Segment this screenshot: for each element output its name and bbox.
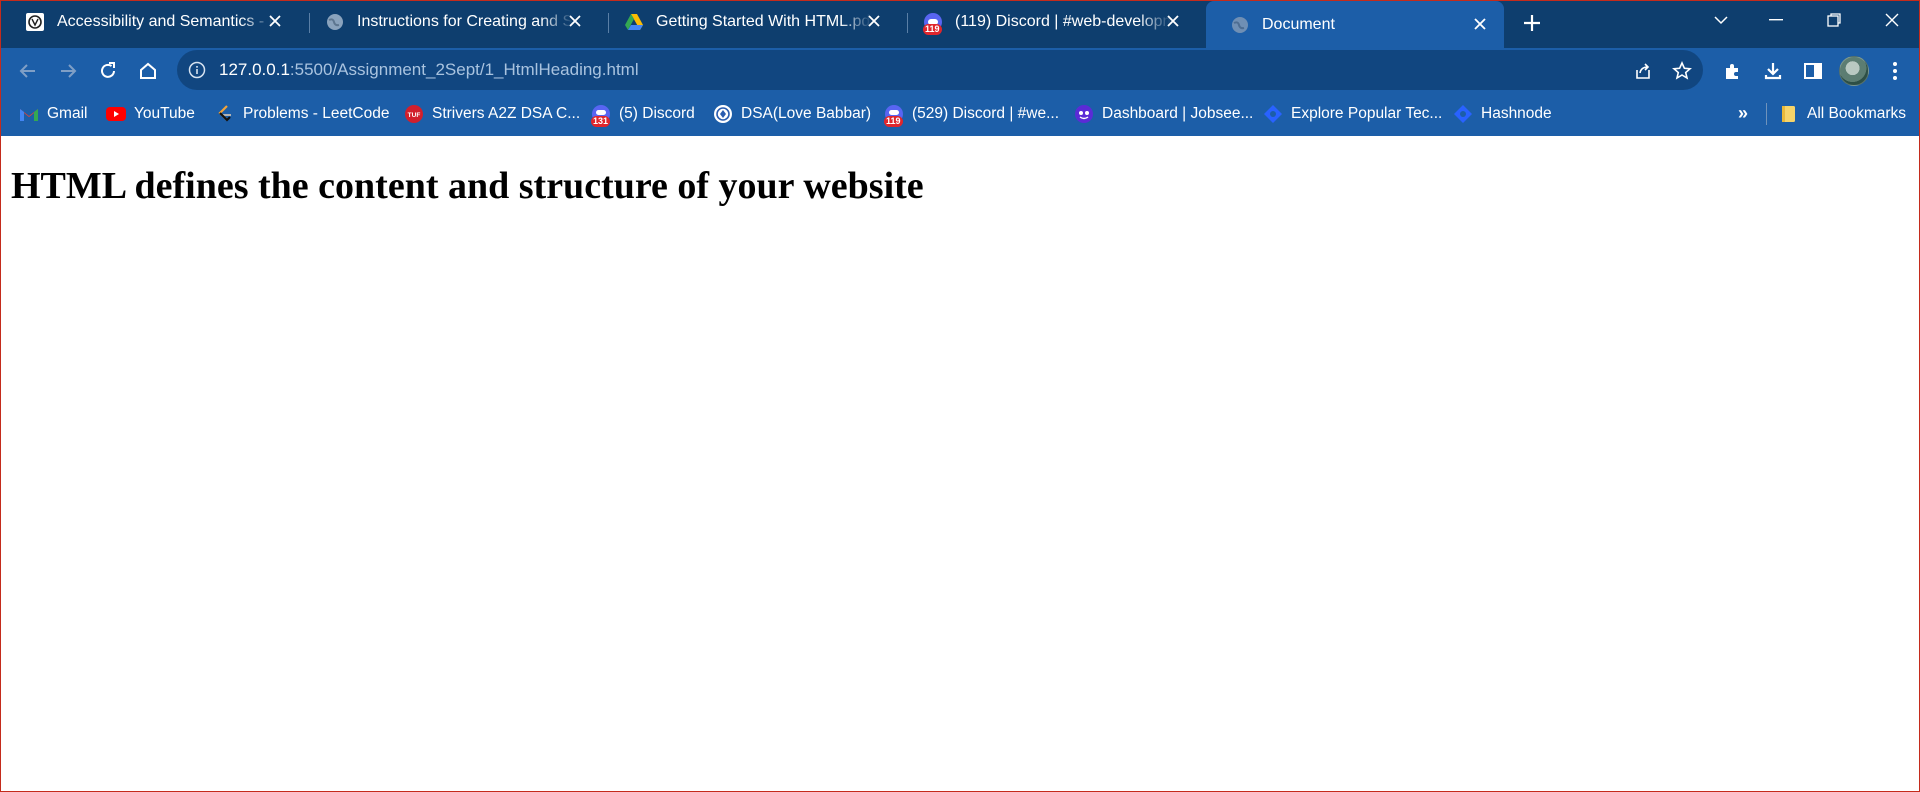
bookmark-label: Gmail <box>47 105 88 122</box>
url-host: 127.0.0.1 <box>219 60 290 79</box>
more-bookmarks-button[interactable]: » <box>1738 103 1748 124</box>
notification-badge: 131 <box>591 116 611 127</box>
bookmark-label: Problems - LeetCode <box>243 105 390 122</box>
bookmark-label: Hashnode <box>1481 105 1552 122</box>
globe-icon <box>1230 15 1250 35</box>
page-viewport: HTML defines the content and structure o… <box>1 136 1919 791</box>
globe-icon <box>325 12 345 32</box>
bookmark-explore-tech[interactable]: Explore Popular Tec... <box>1263 103 1442 125</box>
home-button[interactable] <box>132 55 164 87</box>
menu-icon[interactable] <box>1879 55 1911 87</box>
notification-badge: 119 <box>884 116 903 127</box>
tab-document[interactable]: Document <box>1206 1 1504 48</box>
wiki-icon <box>25 12 45 32</box>
bookmark-label: (529) Discord | #we... <box>912 105 1060 122</box>
url-text[interactable]: 127.0.0.1:5500/Assignment_2Sept/1_HtmlHe… <box>219 60 639 80</box>
discord-icon: 119 <box>884 104 904 127</box>
extensions-button[interactable] <box>1717 55 1749 87</box>
notification-badge: 119 <box>923 23 942 35</box>
bookmark-leetcode[interactable]: Problems - LeetCode <box>215 103 389 125</box>
tab-accessibility[interactable]: Accessibility and Semantics - Full <box>1 1 299 42</box>
bookmark-label: YouTube <box>134 105 195 122</box>
forward-button[interactable] <box>52 55 84 87</box>
tab-search-button[interactable] <box>1694 1 1748 39</box>
reload-button[interactable] <box>92 55 124 87</box>
tab-instructions[interactable]: Instructions for Creating and Sub <box>301 1 599 42</box>
folder-icon <box>1779 104 1799 124</box>
tab-getting-started[interactable]: Getting Started With HTML.pdf - <box>600 1 898 42</box>
toolbar: 127.0.0.1:5500/Assignment_2Sept/1_HtmlHe… <box>1 48 1919 93</box>
bookmark-strivers[interactable]: TUF Strivers A2Z DSA C... <box>404 103 580 125</box>
youtube-icon <box>106 104 126 124</box>
tab-strip: Accessibility and Semantics - Full Instr… <box>1 1 1919 48</box>
side-panel-button[interactable] <box>1797 55 1829 87</box>
tuf-icon: TUF <box>404 104 424 124</box>
close-icon[interactable] <box>265 11 285 31</box>
bookmark-jobseeker[interactable]: Dashboard | Jobsee... <box>1074 103 1253 125</box>
bookmark-discord-5[interactable]: 131 (5) Discord <box>591 103 695 127</box>
page-heading: HTML defines the content and structure o… <box>11 165 924 207</box>
close-icon[interactable] <box>864 11 884 31</box>
close-icon[interactable] <box>1470 14 1490 34</box>
share-icon[interactable] <box>1630 58 1656 84</box>
tab-title: Instructions for Creating and Sub <box>357 12 573 30</box>
address-bar[interactable]: 127.0.0.1:5500/Assignment_2Sept/1_HtmlHe… <box>177 50 1703 90</box>
hashnode-icon <box>1263 104 1283 124</box>
gmail-icon <box>19 104 39 124</box>
tab-title: Accessibility and Semantics - Full <box>57 12 273 30</box>
babbar-icon <box>713 104 733 124</box>
svg-text:TUF: TUF <box>408 112 421 119</box>
minimize-button[interactable] <box>1749 1 1803 39</box>
bookmark-label: (5) Discord <box>619 105 695 122</box>
close-icon[interactable] <box>565 11 585 31</box>
tab-title: Getting Started With HTML.pdf - <box>656 12 872 30</box>
tab-title: Document <box>1262 15 1335 33</box>
downloads-button[interactable] <box>1757 55 1789 87</box>
bookmark-discord-529[interactable]: 119 (529) Discord | #we... <box>884 103 1060 127</box>
bookmark-label: Explore Popular Tec... <box>1291 105 1443 122</box>
bookmark-gmail[interactable]: Gmail <box>19 103 87 125</box>
hashnode-icon <box>1453 104 1473 124</box>
bookmark-dsa-babbar[interactable]: DSA(Love Babbar) <box>713 103 871 125</box>
discord-icon: 119 <box>923 12 943 35</box>
browser-window: Accessibility and Semantics - Full Instr… <box>0 0 1920 792</box>
profile-avatar[interactable] <box>1839 56 1869 86</box>
bookmark-youtube[interactable]: YouTube <box>106 103 195 125</box>
bookmark-label: Strivers A2Z DSA C... <box>432 105 581 122</box>
all-bookmarks-label: All Bookmarks <box>1807 105 1907 122</box>
leetcode-icon <box>215 104 235 124</box>
site-info-icon[interactable] <box>187 60 207 80</box>
jobseeker-icon <box>1074 104 1094 124</box>
bookmarks-bar: Gmail YouTube Problems - LeetCode TUF St… <box>1 93 1919 136</box>
tab-title: (119) Discord | #web-developme <box>955 12 1171 30</box>
back-button[interactable] <box>12 55 44 87</box>
google-drive-icon <box>624 12 644 32</box>
close-window-button[interactable] <box>1865 1 1919 39</box>
restore-button[interactable] <box>1807 1 1861 39</box>
bookmark-star-icon[interactable] <box>1669 58 1695 84</box>
url-path: :5500/Assignment_2Sept/1_HtmlHeading.htm… <box>289 60 639 79</box>
tab-discord[interactable]: 119 (119) Discord | #web-developme <box>899 1 1197 42</box>
bookmarks-divider <box>1766 103 1767 125</box>
close-icon[interactable] <box>1163 11 1183 31</box>
bookmark-label: Dashboard | Jobsee... <box>1102 105 1254 122</box>
all-bookmarks-button[interactable]: All Bookmarks <box>1779 103 1906 125</box>
bookmark-label: DSA(Love Babbar) <box>741 105 872 122</box>
bookmark-hashnode[interactable]: Hashnode <box>1453 103 1552 125</box>
new-tab-button[interactable] <box>1518 9 1546 37</box>
discord-icon: 131 <box>591 104 611 127</box>
